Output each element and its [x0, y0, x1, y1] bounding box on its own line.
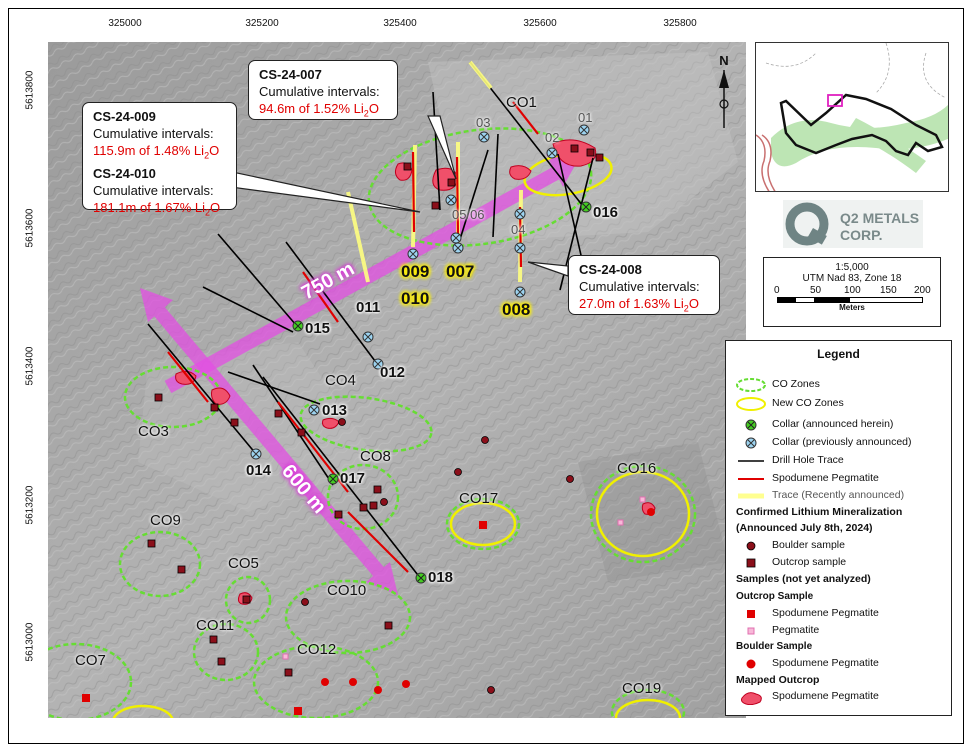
y-tick-label: 5613200: [24, 485, 36, 525]
y-tick-label: 5613800: [24, 70, 36, 110]
logo-text: Q2 METALS CORP.: [840, 210, 920, 243]
collar-label: 013: [322, 402, 348, 419]
collar-label: 015: [305, 320, 331, 337]
legend-outcrop-pegmatite: Pegmatite: [726, 623, 951, 639]
zone-label: CO5: [228, 555, 259, 572]
legend-collar-prev: Collar (previously announced): [726, 435, 951, 451]
collar-label: 014: [246, 462, 272, 479]
legend-outcrop-sample: Outcrop sample: [726, 555, 951, 571]
callout-id: CS-24-007: [259, 67, 322, 82]
y-tick-label: 5613400: [24, 346, 36, 386]
north-arrow: N: [712, 52, 736, 132]
legend-mapped-heading: Mapped Outcrop: [736, 674, 820, 686]
callout-label: Cumulative intervals:: [259, 84, 380, 99]
collar-label: 018: [428, 569, 454, 586]
legend-panel: Legend CO Zones New CO Zones Collar (ann…: [725, 340, 952, 716]
collar-label-grey: 03: [476, 115, 491, 130]
collar-label: 017: [340, 470, 366, 487]
legend-boulder-spodumene: Spodumene Pegmatite: [726, 656, 951, 672]
zone-label: CO7: [75, 652, 106, 669]
legend-boulder-heading: Boulder Sample: [736, 641, 813, 652]
svg-text:N: N: [719, 53, 728, 68]
zone-label: CO3: [138, 423, 169, 440]
zone-label: CO8: [360, 448, 391, 465]
collar-label-recent: 007: [446, 262, 475, 281]
zone-label: CO17: [459, 490, 499, 507]
zone-label: CO11: [196, 617, 235, 634]
zone-label: CO9: [150, 512, 181, 529]
legend-co-zones: CO Zones: [726, 377, 951, 393]
zone-label: CO1: [506, 94, 537, 111]
collar-label-grey: 04: [511, 222, 526, 237]
y-tick-label: 5613600: [24, 208, 36, 248]
legend-boulder-sample: Boulder sample: [726, 538, 951, 554]
zone-label: CO10: [327, 582, 367, 599]
callout-value: 115.9m of 1.48% Li2O: [93, 143, 220, 161]
legend-samples-heading: Samples (not yet analyzed): [736, 573, 871, 585]
scale-bar-box: 1:5,000 UTM Nad 83, Zone 18 0 50 100 150…: [763, 257, 941, 327]
callout-label: Cumulative intervals:: [579, 279, 700, 294]
y-tick-label: 5613000: [24, 622, 36, 662]
callout-label: Cumulative intervals:: [93, 182, 214, 198]
legend-drill-trace: Drill Hole Trace: [738, 454, 844, 466]
collar-label-recent: 010: [401, 289, 430, 308]
callout-id: CS-24-010: [93, 165, 156, 181]
collar-label-grey: 05/06: [452, 207, 485, 222]
callout-cs-24-009-010: CS-24-009 Cumulative intervals: 115.9m o…: [82, 102, 237, 217]
x-tick-label: 325400: [383, 18, 417, 29]
scale-ratio: 1:5,000: [835, 262, 869, 273]
scale-projection: UTM Nad 83, Zone 18: [802, 273, 902, 284]
legend-outcrop-heading: Outcrop Sample: [736, 591, 814, 602]
zone-label: CO19: [622, 680, 662, 697]
x-tick-label: 325600: [523, 18, 557, 29]
callout-value: 94.6m of 1.52% Li2O: [259, 101, 379, 119]
legend-confirmed-heading: Confirmed Lithium Mineralization: [736, 506, 903, 518]
x-tick-label: 325000: [108, 18, 142, 29]
callout-value: 181.1m of 1.67% Li2O: [93, 199, 221, 218]
callout-id: CS-24-009: [93, 109, 156, 124]
legend-outcrop-spodumene: Spodumene Pegmatite: [726, 606, 951, 622]
legend-mapped-spodumene: Spodumene Pegmatite: [726, 689, 951, 705]
collar-label: 012: [380, 364, 406, 381]
collar-label-grey: 02: [545, 130, 560, 145]
callout-cs-24-007: CS-24-007 Cumulative intervals: 94.6m of…: [248, 60, 398, 120]
legend-recent-trace: Trace (Recently announced): [738, 489, 905, 501]
legend-new-co-zones: New CO Zones: [726, 396, 951, 412]
collar-label-recent: 009: [401, 262, 430, 281]
collar-label: 011: [356, 299, 381, 316]
zone-label: CO4: [325, 372, 356, 389]
zone-label: CO12: [297, 641, 337, 658]
x-tick-label: 325200: [245, 18, 279, 29]
legend-title: Legend: [817, 347, 860, 361]
collar-label: 016: [593, 204, 619, 221]
legend-collar-new: Collar (announced herein): [726, 417, 951, 433]
callout-label: Cumulative intervals:: [93, 126, 214, 141]
scale-bar: 0 50 100 150 200 Meters: [774, 285, 931, 312]
location-inset-map[interactable]: [755, 42, 949, 192]
collar-label-recent: 008: [502, 300, 531, 319]
zone-label: CO16: [617, 460, 657, 477]
collar-label-grey: 01: [578, 110, 593, 125]
callout-cs-24-008: CS-24-008 Cumulative intervals: 27.0m of…: [568, 255, 720, 315]
legend-confirmed-subheading: (Announced July 8th, 2024): [736, 522, 873, 534]
callout-value: 27.0m of 1.63% Li2O: [579, 296, 699, 314]
legend-spodumene-trace: Spodumene Pegmatite: [738, 472, 879, 484]
x-tick-label: 325800: [663, 18, 697, 29]
callout-id: CS-24-008: [579, 262, 642, 277]
